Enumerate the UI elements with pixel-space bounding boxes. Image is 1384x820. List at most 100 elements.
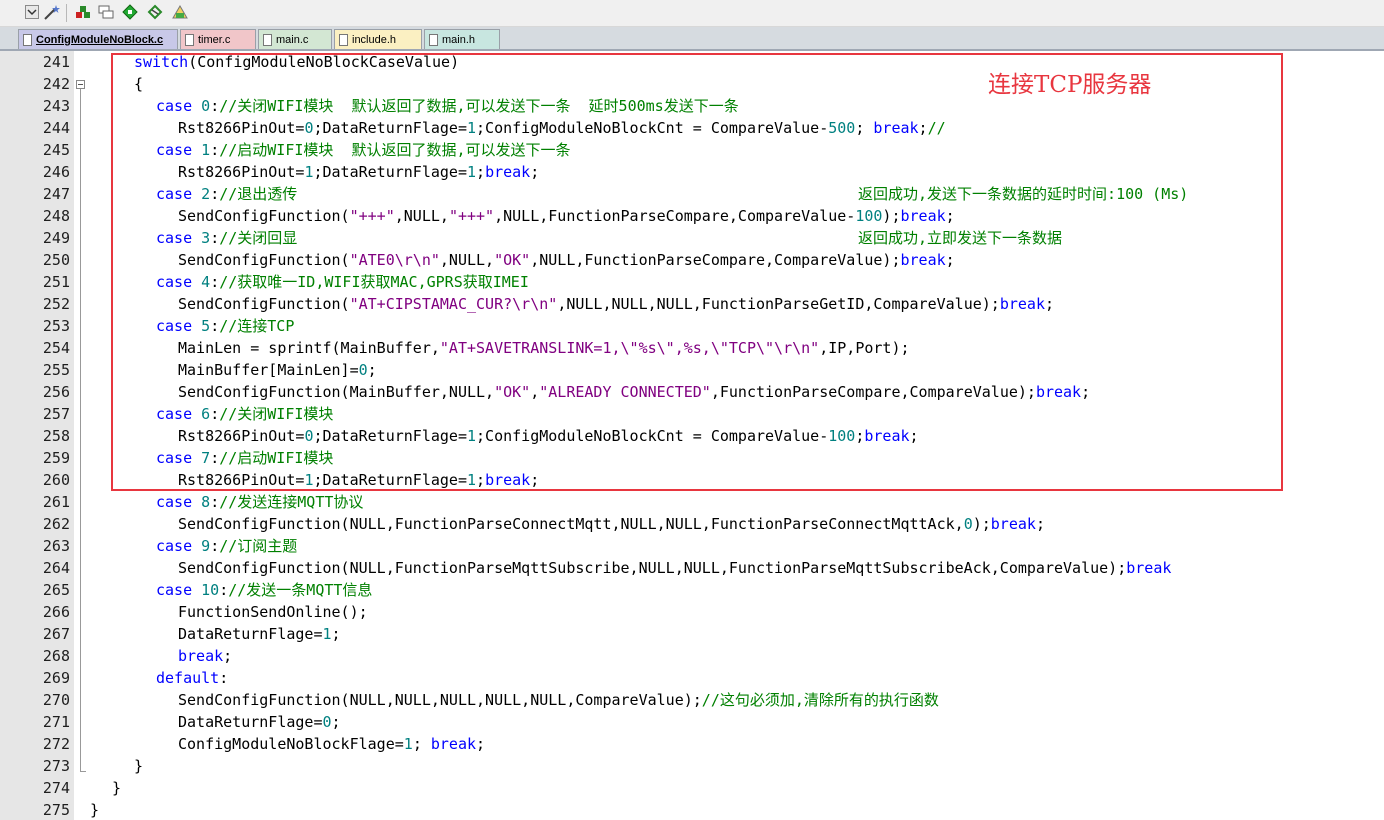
code-number: 0	[963, 515, 973, 533]
code-text: SendConfigFunction(NULL,FunctionParseCon…	[178, 515, 964, 533]
window-icon[interactable]	[96, 2, 116, 22]
code-number: 10	[201, 581, 220, 599]
tab-configmodulenoblock-c[interactable]: ConfigModuleNoBlock.c	[18, 29, 178, 49]
line-number: 261	[42, 493, 70, 511]
diamond-icon[interactable]	[120, 2, 140, 22]
code-text: );	[972, 515, 991, 533]
line-number: 250	[42, 251, 70, 269]
code-comment: //发送一条MQTT信息	[228, 581, 373, 599]
line-number: 263	[42, 537, 70, 555]
line-number: 249	[42, 229, 70, 247]
line-number: 275	[42, 801, 70, 819]
line-number: 245	[42, 141, 70, 159]
tab-label: timer.c	[198, 33, 231, 46]
code-comment: //这句必须加,清除所有的执行函数	[701, 691, 939, 709]
line-number: 270	[42, 691, 70, 709]
code-line: case 9://订阅主题	[156, 535, 297, 557]
code-line: }	[90, 799, 99, 820]
code-text: ;	[412, 735, 431, 753]
code-line: }	[134, 755, 143, 777]
file-icon	[185, 33, 194, 46]
line-number: 251	[42, 273, 70, 291]
debug-icon[interactable]	[145, 2, 165, 22]
code-keyword: case	[156, 581, 202, 599]
code-text: ;	[1035, 515, 1045, 533]
code-text: }	[112, 779, 122, 797]
line-number: 257	[42, 405, 70, 423]
tab-main-c[interactable]: main.c	[258, 29, 332, 49]
line-number: 247	[42, 185, 70, 203]
code-text: ;	[331, 713, 341, 731]
code-line: DataReturnFlage=1;	[178, 623, 341, 645]
code-keyword: break	[990, 515, 1036, 533]
code-text: SendConfigFunction(NULL,FunctionParseMqt…	[178, 559, 1127, 577]
code-keyword: break	[178, 647, 224, 665]
file-icon	[23, 33, 32, 46]
annotation-label: 连接TCP服务器	[988, 72, 1152, 98]
line-number: 242	[42, 75, 70, 93]
line-number: 267	[42, 625, 70, 643]
code-line: break;	[178, 645, 232, 667]
line-number: 272	[42, 735, 70, 753]
code-number: 1	[403, 735, 413, 753]
code-line: DataReturnFlage=0;	[178, 711, 341, 733]
line-number: 262	[42, 515, 70, 533]
code-text: :	[219, 669, 229, 687]
code-text: :	[219, 581, 229, 599]
code-text: SendConfigFunction(NULL,NULL,NULL,NULL,N…	[178, 691, 702, 709]
code-text: :	[210, 493, 220, 511]
code-editor[interactable]: 241 242 243 244 245 246 247 248 249 250 251 252 253 2…	[0, 51, 1384, 820]
code-line: default:	[156, 667, 228, 689]
code-text: }	[134, 757, 144, 775]
code-number: 1	[322, 625, 332, 643]
code-text: }	[90, 801, 100, 819]
line-number: 255	[42, 361, 70, 379]
tab-label: include.h	[352, 33, 397, 46]
line-number: 254	[42, 339, 70, 357]
tab-timer-c[interactable]: timer.c	[180, 29, 256, 49]
code-line: ConfigModuleNoBlockFlage=1; break;	[178, 733, 485, 755]
code-keyword: break	[1126, 559, 1172, 577]
code-text: :	[210, 537, 220, 555]
dropdown-icon[interactable]	[22, 2, 42, 22]
code-text: ;	[223, 647, 233, 665]
line-number-gutter: 241 242 243 244 245 246 247 248 249 250 251 252 253 2…	[0, 51, 75, 820]
line-number: 268	[42, 647, 70, 665]
tab-label: main.c	[276, 33, 309, 46]
build-icon[interactable]	[73, 2, 93, 22]
line-number: 264	[42, 559, 70, 577]
tab-include-h[interactable]: include.h	[334, 29, 422, 49]
line-number: 256	[42, 383, 70, 401]
line-number: 259	[42, 449, 70, 467]
code-line: }	[112, 777, 121, 799]
code-comment: //发送连接MQTT协议	[219, 493, 364, 511]
code-text: DataReturnFlage=	[178, 713, 323, 731]
toolbar	[0, 0, 1384, 27]
line-number: 243	[42, 97, 70, 115]
line-number: 244	[42, 119, 70, 137]
tab-main-h[interactable]: main.h	[424, 29, 500, 49]
highlight-box	[111, 53, 1283, 491]
fold-toggle-icon[interactable]	[76, 80, 85, 89]
code-text: FunctionSendOnline();	[178, 603, 368, 621]
line-number: 273	[42, 757, 70, 775]
code-number: 0	[322, 713, 332, 731]
line-number: 252	[42, 295, 70, 313]
file-icon	[263, 33, 272, 46]
wand-icon[interactable]	[42, 2, 62, 22]
code-number: 8	[201, 493, 211, 511]
file-tab-bar: ConfigModuleNoBlock.c timer.c main.c inc…	[0, 27, 1384, 51]
code-text: ConfigModuleNoBlockFlage=	[178, 735, 404, 753]
line-number: 269	[42, 669, 70, 687]
settings-icon[interactable]	[170, 2, 190, 22]
fold-margin	[74, 51, 88, 820]
line-number: 265	[42, 581, 70, 599]
line-number: 271	[42, 713, 70, 731]
line-number: 258	[42, 427, 70, 445]
code-text: ;	[331, 625, 341, 643]
fold-line	[80, 89, 81, 771]
file-icon	[429, 33, 438, 46]
line-number: 253	[42, 317, 70, 335]
line-number: 260	[42, 471, 70, 489]
line-number: 266	[42, 603, 70, 621]
